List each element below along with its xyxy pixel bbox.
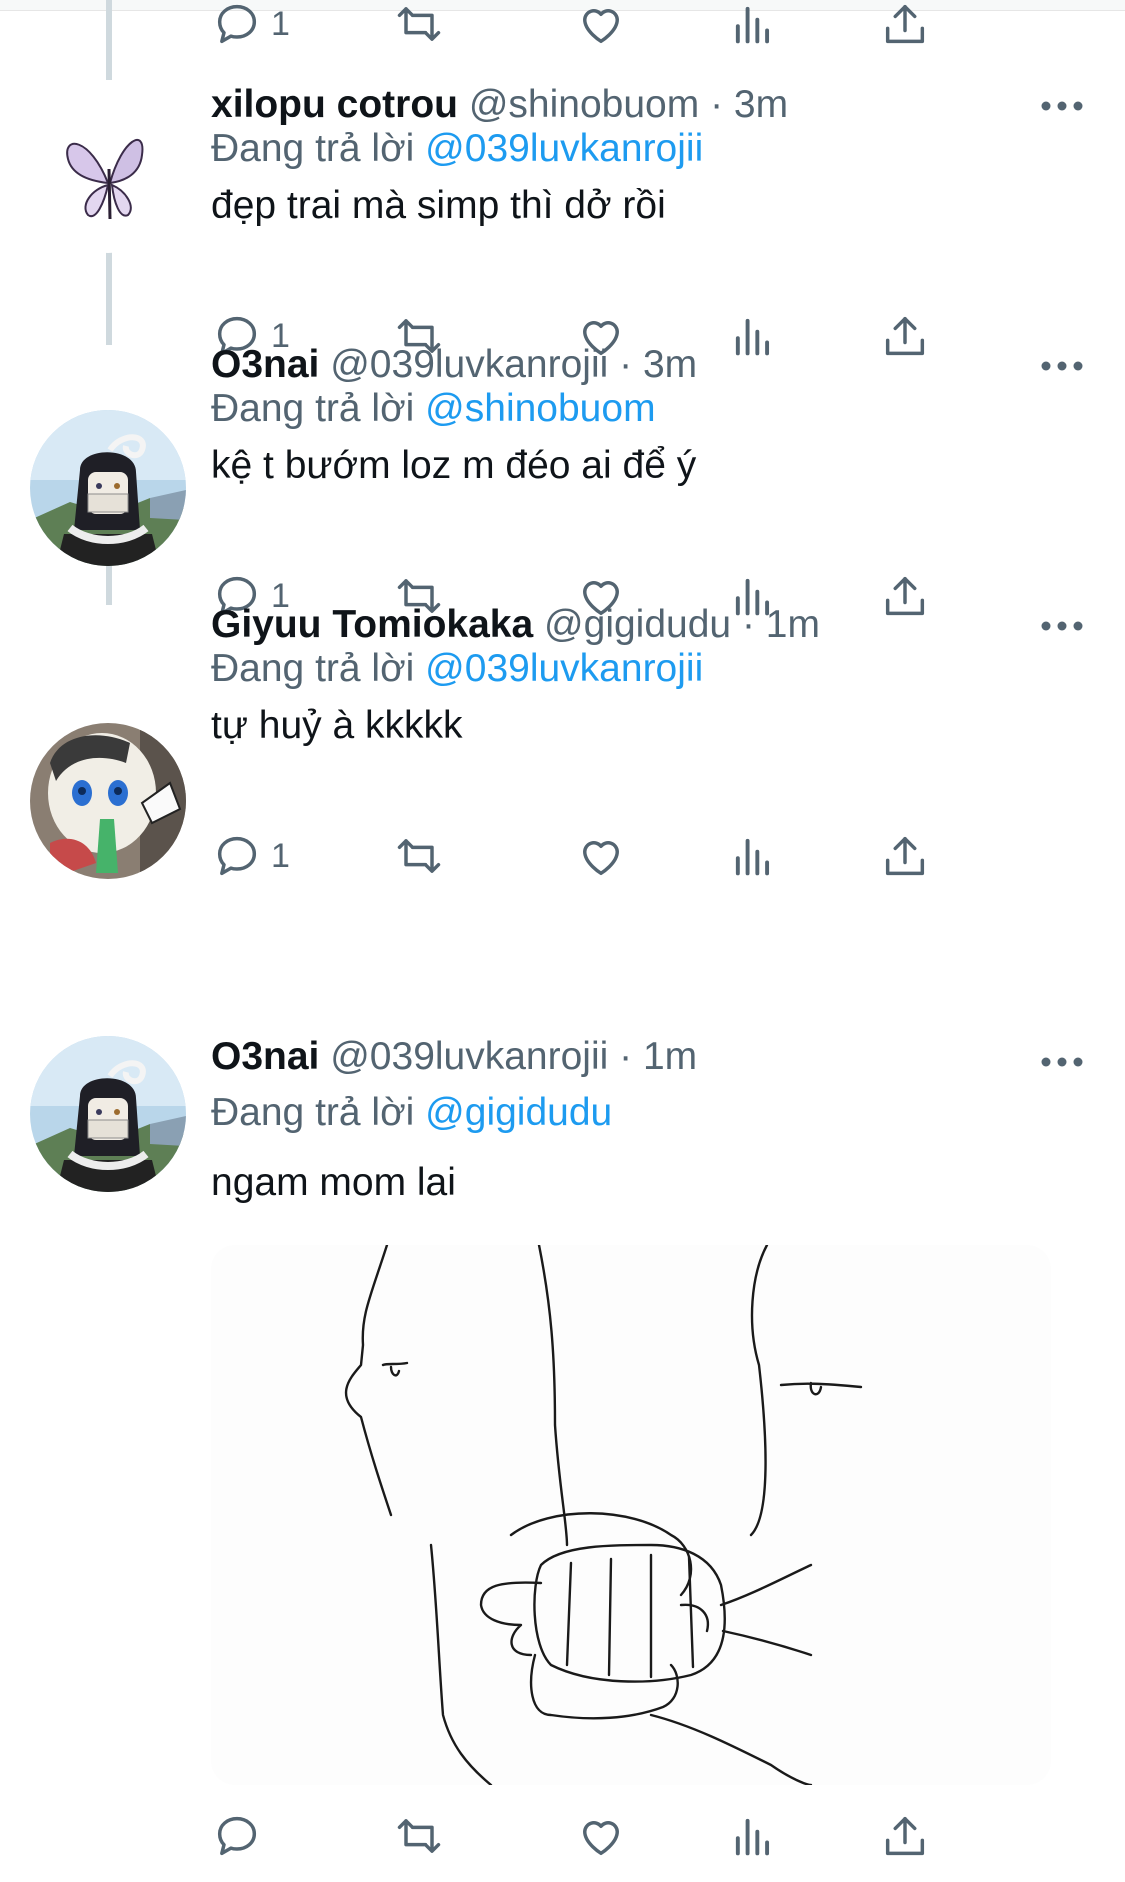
replying-to: Đang trả lời @039luvkanrojii — [211, 126, 703, 172]
tweet-text: ngam mom lai — [211, 1161, 456, 1204]
replying-to-label: Đang trả lời — [211, 647, 415, 690]
share-icon — [885, 4, 925, 44]
analytics-icon — [735, 838, 770, 876]
thread-line — [106, 0, 112, 80]
retweet-icon — [397, 1819, 441, 1853]
tweet-actions: 1 — [211, 0, 1011, 52]
heart-icon — [583, 9, 619, 44]
butterfly-icon — [66, 138, 144, 220]
analytics-button[interactable] — [727, 828, 779, 884]
timestamp[interactable]: · 3m — [619, 343, 697, 386]
reply-button[interactable] — [211, 1808, 271, 1864]
timestamp[interactable]: · 3m — [710, 83, 788, 126]
analytics-icon — [735, 318, 770, 356]
plush-doll-icon — [30, 723, 186, 879]
retweet-button[interactable] — [393, 828, 445, 884]
reply-icon — [217, 4, 257, 44]
share-icon — [885, 576, 925, 616]
like-button[interactable] — [575, 0, 627, 52]
anime-character-avatar[interactable] — [30, 410, 186, 566]
plush-doll-avatar[interactable] — [30, 723, 186, 879]
tweet-media-image[interactable] — [211, 1245, 1051, 1785]
share-icon — [885, 1816, 925, 1856]
like-button[interactable] — [575, 828, 627, 884]
more-options-icon[interactable] — [1040, 1052, 1084, 1072]
replying-to-label: Đang trả lời — [211, 387, 415, 430]
more-options-icon[interactable] — [1040, 616, 1084, 636]
replying-to-handle[interactable]: @039luvkanrojii — [425, 127, 703, 170]
anime-character-avatar[interactable] — [30, 1036, 186, 1192]
tweet-text: đẹp trai mà simp thì dở rồi — [211, 184, 666, 227]
line-drawing-punch-image — [344, 1245, 863, 1785]
tweet-header: O3nai @039luvkanrojii · 1m — [211, 1034, 697, 1080]
reply-count: 1 — [271, 4, 290, 43]
display-name[interactable]: Giyuu Tomiokaka — [211, 603, 533, 646]
display-name[interactable]: O3nai — [211, 1035, 319, 1078]
user-handle[interactable]: @shinobuom — [469, 83, 699, 126]
share-icon — [885, 836, 925, 876]
reply-button[interactable]: 1 — [211, 0, 290, 52]
analytics-icon — [735, 1818, 770, 1856]
tweet-header: Giyuu Tomiokaka @gigidudu · 1m — [211, 602, 820, 648]
analytics-icon — [735, 6, 770, 44]
reply-icon — [217, 1816, 257, 1856]
butterfly-avatar[interactable] — [30, 97, 186, 253]
display-name[interactable]: xilopu cotrou — [211, 83, 458, 126]
like-button[interactable] — [575, 1808, 627, 1864]
share-button[interactable] — [879, 0, 931, 52]
share-button[interactable] — [879, 568, 931, 624]
heart-icon — [583, 1821, 619, 1856]
user-handle[interactable]: @gigidudu — [544, 603, 731, 646]
tweet-text: kệ t bướm loz m đéo ai để ý — [211, 444, 697, 487]
analytics-button[interactable] — [727, 308, 779, 364]
retweet-icon — [397, 7, 441, 41]
retweet-button[interactable] — [393, 0, 445, 52]
share-icon — [885, 316, 925, 356]
tweet-text: tự huỷ à kkkkk — [211, 704, 463, 747]
replying-to-handle[interactable]: @shinobuom — [425, 387, 655, 430]
more-options-icon[interactable] — [1040, 356, 1084, 376]
reply-count: 1 — [271, 836, 290, 875]
replying-to: Đang trả lời @shinobuom — [211, 386, 656, 432]
replying-to-handle[interactable]: @039luvkanrojii — [425, 647, 703, 690]
share-button[interactable] — [879, 1808, 931, 1864]
more-options-icon[interactable] — [1040, 96, 1084, 116]
replying-to-label: Đang trả lời — [211, 1091, 415, 1134]
reply-button[interactable]: 1 — [211, 828, 290, 884]
display-name[interactable]: O3nai — [211, 343, 319, 386]
analytics-button[interactable] — [727, 1808, 779, 1864]
anime-character-icon — [30, 410, 186, 566]
anime-character-icon — [30, 1036, 186, 1192]
tweet-actions — [211, 1808, 1011, 1864]
tweet-header: O3nai @039luvkanrojii · 3m — [211, 342, 697, 388]
timestamp[interactable]: · 1m — [619, 1035, 697, 1078]
tweet-actions: 1 — [211, 828, 1011, 884]
replying-to-label: Đang trả lời — [211, 127, 415, 170]
replying-to: Đang trả lời @039luvkanrojii — [211, 646, 703, 692]
retweet-button[interactable] — [393, 1808, 445, 1864]
share-button[interactable] — [879, 828, 931, 884]
retweet-icon — [397, 839, 441, 873]
share-button[interactable] — [879, 308, 931, 364]
replying-to-handle[interactable]: @gigidudu — [425, 1091, 612, 1134]
user-handle[interactable]: @039luvkanrojii — [330, 1035, 608, 1078]
tweet-header: xilopu cotrou @shinobuom · 3m — [211, 82, 788, 128]
reply-icon — [217, 836, 257, 876]
user-handle[interactable]: @039luvkanrojii — [330, 343, 608, 386]
replying-to: Đang trả lời @gigidudu — [211, 1090, 612, 1136]
heart-icon — [583, 841, 619, 876]
timestamp[interactable]: · 1m — [742, 603, 820, 646]
analytics-button[interactable] — [727, 0, 779, 52]
